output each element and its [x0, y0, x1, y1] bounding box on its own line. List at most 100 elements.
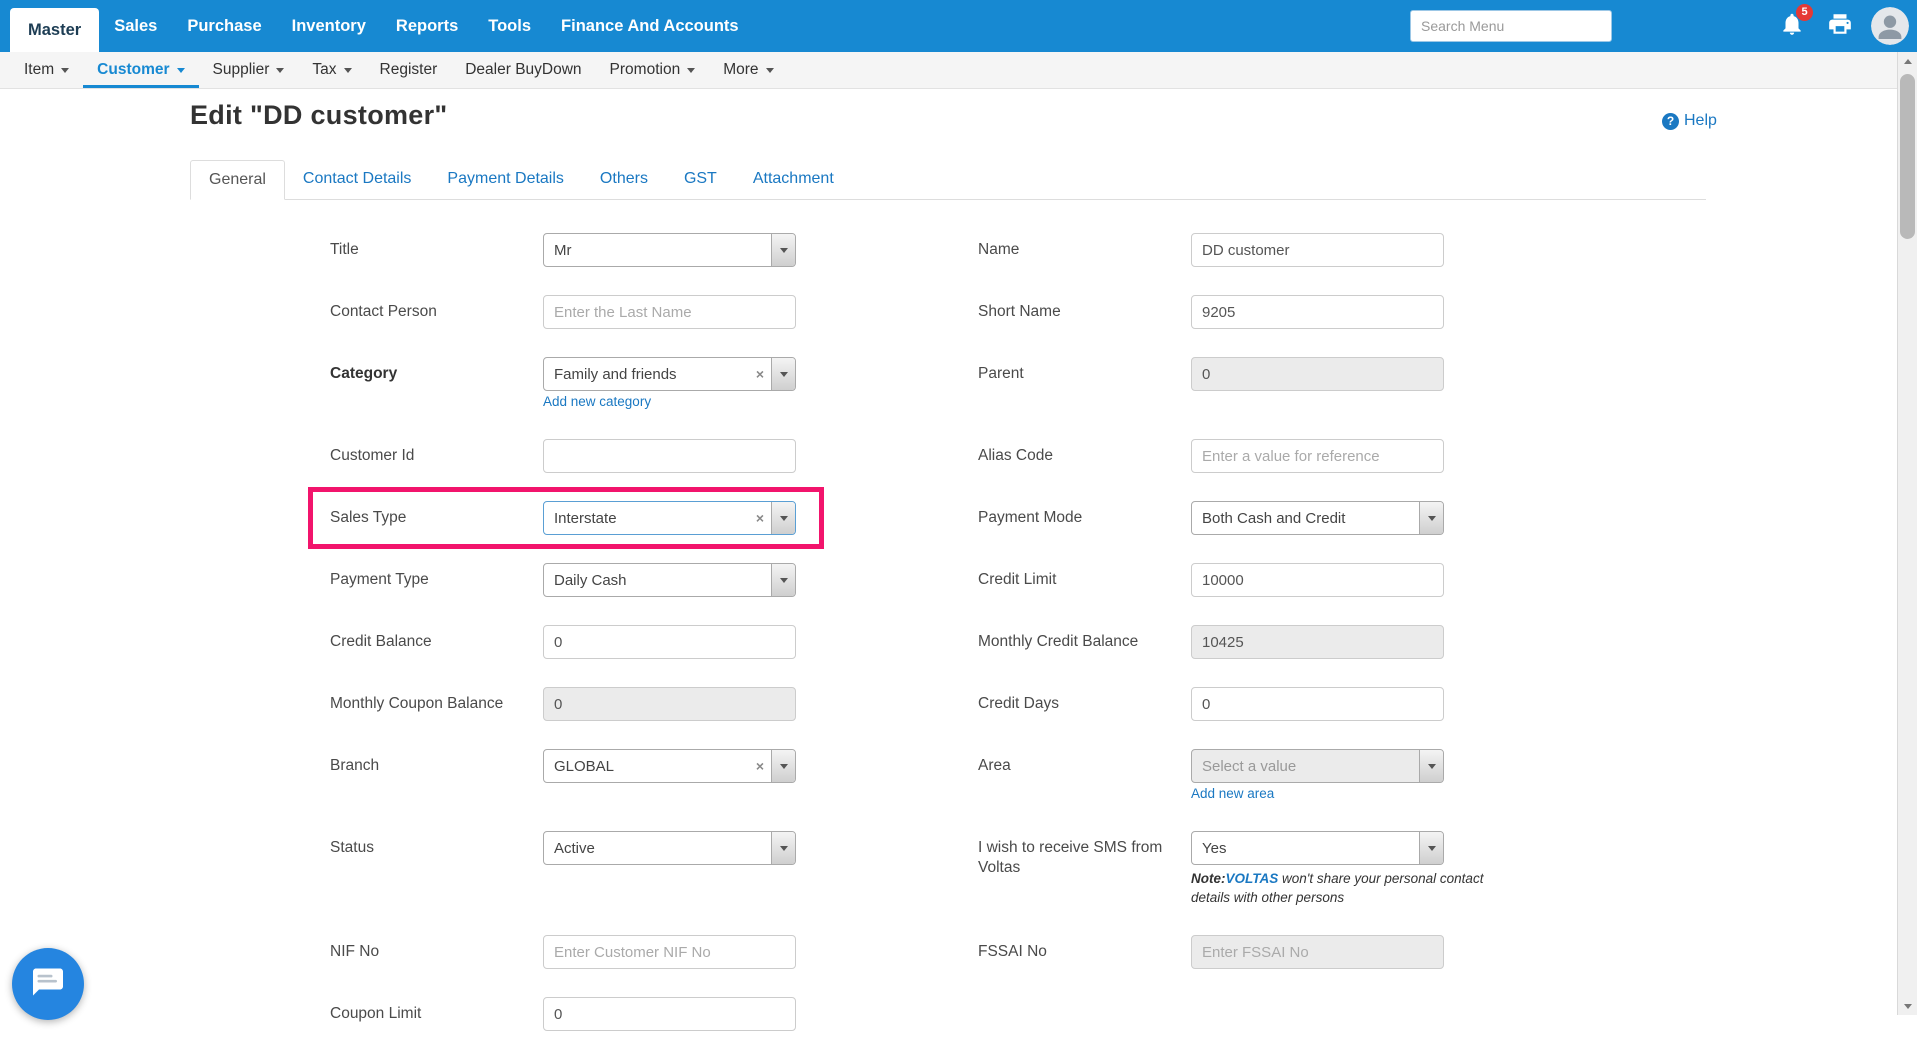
top-navbar: Master Sales Purchase Inventory Reports … [0, 0, 1917, 52]
top-nav-items: Master Sales Purchase Inventory Reports … [10, 0, 754, 52]
payment-type-label: Payment Type [330, 563, 543, 590]
chevron-down-icon [276, 68, 284, 73]
chevron-down-icon [1419, 502, 1443, 534]
branch-label: Branch [330, 749, 543, 776]
scroll-down-button[interactable] [1898, 997, 1917, 1015]
chevron-down-icon [771, 832, 795, 864]
tab-others[interactable]: Others [582, 160, 666, 200]
nav-item-master[interactable]: Master [10, 8, 99, 52]
tab-bar: General Contact Details Payment Details … [190, 160, 1706, 200]
payment-mode-label: Payment Mode [978, 501, 1191, 528]
clear-icon[interactable]: × [749, 510, 771, 526]
chevron-down-icon [1419, 750, 1443, 782]
coupon-limit-label: Coupon Limit [330, 997, 543, 1024]
alias-code-input[interactable] [1191, 439, 1444, 473]
subnav-item-customer[interactable]: Customer [83, 52, 198, 88]
vertical-scrollbar[interactable] [1897, 52, 1917, 1015]
subnav-item-supplier[interactable]: Supplier [199, 52, 299, 88]
credit-limit-input[interactable] [1191, 563, 1444, 597]
sub-navbar: Item Customer Supplier Tax Register Deal… [0, 52, 1897, 89]
chevron-down-icon [771, 750, 795, 782]
form-row: Credit Balance Monthly Credit Balance [330, 625, 1444, 659]
subnav-item-dealer-buydown[interactable]: Dealer BuyDown [451, 52, 595, 88]
payment-mode-select[interactable]: Both Cash and Credit [1191, 501, 1444, 535]
subnav-item-register[interactable]: Register [366, 52, 452, 88]
tab-general[interactable]: General [190, 160, 285, 200]
print-button[interactable] [1827, 11, 1853, 42]
customer-id-label: Customer Id [330, 439, 543, 466]
nav-item-inventory[interactable]: Inventory [277, 0, 381, 52]
nav-item-finance-and-accounts[interactable]: Finance And Accounts [546, 0, 754, 52]
tab-gst[interactable]: GST [666, 160, 735, 200]
sales-type-label: Sales Type [330, 501, 543, 528]
customer-id-input[interactable] [543, 439, 796, 473]
form-row: Monthly Coupon Balance Credit Days [330, 687, 1444, 721]
category-select[interactable]: Family and friends × [543, 357, 796, 391]
fssai-no-input [1191, 935, 1444, 969]
form-row: Contact Person Short Name [330, 295, 1444, 329]
chevron-down-icon [344, 68, 352, 73]
general-form: Title Mr Name Contact Person Short Name … [330, 233, 1444, 1059]
short-name-input[interactable] [1191, 295, 1444, 329]
alias-code-label: Alias Code [978, 439, 1191, 466]
nav-item-sales[interactable]: Sales [99, 0, 172, 52]
name-input[interactable] [1191, 233, 1444, 267]
nif-no-label: NIF No [330, 935, 543, 962]
chat-widget-button[interactable] [12, 948, 84, 1020]
nif-no-input[interactable] [543, 935, 796, 969]
chevron-down-icon [771, 234, 795, 266]
form-row: Title Mr Name [330, 233, 1444, 267]
nav-item-purchase[interactable]: Purchase [172, 0, 276, 52]
clear-icon[interactable]: × [749, 366, 771, 382]
receive-sms-label: I wish to receive SMS from Voltas [978, 831, 1191, 878]
scrollbar-thumb[interactable] [1900, 74, 1915, 239]
tab-payment-details[interactable]: Payment Details [429, 160, 582, 200]
chevron-down-icon [771, 564, 795, 596]
tab-attachment[interactable]: Attachment [735, 160, 852, 200]
nav-item-reports[interactable]: Reports [381, 0, 473, 52]
receive-sms-select[interactable]: Yes [1191, 831, 1444, 865]
form-row: Customer Id Alias Code [330, 439, 1444, 473]
scroll-up-button[interactable] [1898, 52, 1917, 70]
payment-type-select[interactable]: Daily Cash [543, 563, 796, 597]
clear-icon[interactable]: × [749, 758, 771, 774]
title-select[interactable]: Mr [543, 233, 796, 267]
form-row-sales-type: Sales Type Interstate × Payment Mode Bot… [330, 501, 1444, 535]
subnav-item-item[interactable]: Item [10, 52, 83, 88]
status-select[interactable]: Active [543, 831, 796, 865]
form-row: Payment Type Daily Cash Credit Limit [330, 563, 1444, 597]
tab-contact-details[interactable]: Contact Details [285, 160, 430, 200]
sales-type-select[interactable]: Interstate × [543, 501, 796, 535]
area-select: Select a value [1191, 749, 1444, 783]
area-label: Area [978, 749, 1191, 776]
coupon-limit-input[interactable] [543, 997, 796, 1031]
credit-balance-input[interactable] [543, 625, 796, 659]
help-icon: ? [1662, 113, 1679, 130]
subnav-item-promotion[interactable]: Promotion [596, 52, 710, 88]
search-input[interactable] [1410, 10, 1612, 42]
category-label: Category [330, 357, 543, 384]
help-link[interactable]: ? Help [1662, 112, 1717, 130]
add-new-category-link[interactable]: Add new category [543, 393, 796, 411]
contact-person-input[interactable] [543, 295, 796, 329]
sms-note: Note:VOLTAS won't share your personal co… [1191, 869, 1521, 907]
chevron-down-icon [1419, 832, 1443, 864]
chevron-down-icon [771, 502, 795, 534]
monthly-credit-balance-input [1191, 625, 1444, 659]
add-new-area-link[interactable]: Add new area [1191, 785, 1444, 803]
chevron-down-icon [771, 358, 795, 390]
chat-bubble-icon [30, 964, 66, 1005]
printer-icon [1827, 11, 1853, 42]
arrow-up-icon [1904, 59, 1912, 64]
notifications-button[interactable]: 5 [1779, 11, 1805, 42]
nav-item-tools[interactable]: Tools [473, 0, 546, 52]
avatar[interactable] [1871, 7, 1909, 45]
subnav-item-tax[interactable]: Tax [298, 52, 365, 88]
branch-select[interactable]: GLOBAL × [543, 749, 796, 783]
subnav-item-more[interactable]: More [709, 52, 787, 88]
credit-days-input[interactable] [1191, 687, 1444, 721]
chevron-down-icon [766, 68, 774, 73]
credit-balance-label: Credit Balance [330, 625, 543, 652]
page-title: Edit "DD customer" [190, 100, 448, 131]
arrow-down-icon [1904, 1004, 1912, 1009]
